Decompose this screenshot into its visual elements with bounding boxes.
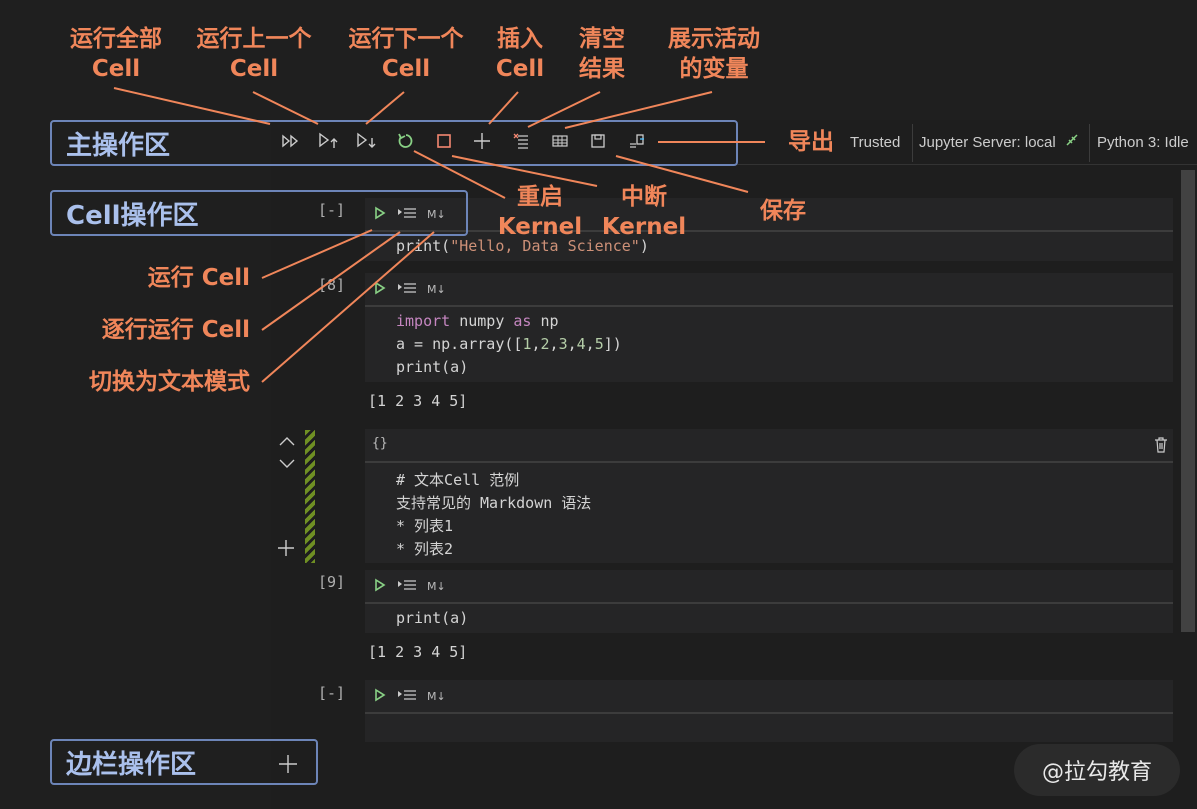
cell-output: [1 2 3 4 5]	[368, 392, 468, 410]
connected-icon	[1064, 132, 1080, 152]
annotation-variables: 展示活动 的变量	[668, 26, 760, 82]
status-separator	[1089, 124, 1090, 162]
toggle-markdown-button[interactable]: M↓	[427, 283, 446, 296]
cell-actions: M↓	[373, 682, 446, 710]
execution-count: [9]	[318, 573, 346, 591]
annotation-clear: 清空 结果	[579, 26, 625, 82]
code-line: print(a)	[396, 609, 469, 627]
annotation-run-above: 运行上一个 Cell	[196, 26, 312, 82]
annotation-run-by-line: 逐行运行 Cell	[101, 317, 250, 343]
main-area-box: 主操作区	[50, 120, 738, 166]
markdown-line: 支持常见的 Markdown 语法	[396, 494, 592, 512]
code-line: a = np.array([1,2,3,4,5])	[396, 335, 622, 353]
markdown-line: * 列表2	[396, 540, 454, 558]
jupyter-server-status[interactable]: Jupyter Server: local	[919, 127, 1080, 157]
cell-toolbar	[365, 680, 1173, 712]
cell-actions: M↓	[373, 572, 446, 600]
vertical-scrollbar[interactable]	[1181, 170, 1195, 632]
run-cell-icon[interactable]	[373, 577, 387, 596]
annotation-run-cell: 运行 Cell	[147, 265, 250, 291]
delete-cell-icon[interactable]	[1154, 437, 1168, 457]
annotation-run-all: 运行全部 Cell	[70, 26, 162, 82]
jupyter-server-label: Jupyter Server: local	[919, 133, 1056, 151]
annotation-run-below: 运行下一个 Cell	[348, 26, 464, 82]
annotation-export: 导出	[788, 129, 834, 155]
execution-count: [-]	[318, 684, 346, 702]
run-by-line-icon[interactable]	[397, 280, 417, 299]
annotation-save: 保存	[760, 198, 806, 224]
code-cell[interactable]	[365, 604, 1173, 633]
annotation-restart: 重启 Kernel	[497, 184, 583, 240]
toggle-markdown-button[interactable]: M↓	[427, 580, 446, 593]
watermark: @拉勾教育	[1014, 744, 1180, 796]
cell-toolbar	[365, 570, 1173, 602]
code-cell[interactable]	[365, 714, 1173, 742]
run-cell-icon[interactable]	[373, 687, 387, 706]
annotation-interrupt: 中断 Kernel	[601, 184, 687, 240]
cell-toolbar	[365, 273, 1173, 305]
status-separator	[912, 124, 913, 162]
cell-actions: M↓	[373, 275, 446, 303]
markdown-cell-label: {}	[372, 436, 388, 451]
collapse-down-icon[interactable]	[278, 455, 296, 474]
cell-area-label: Cell操作区	[66, 200, 199, 231]
kernel-status[interactable]: Python 3: Idle	[1097, 127, 1189, 157]
annotation-insert: 插入 Cell	[495, 26, 545, 82]
markdown-line: # 文本Cell 范例	[396, 471, 520, 489]
cell-area-box: Cell操作区	[50, 190, 468, 236]
sidebar-area-box: 边栏操作区	[50, 739, 318, 785]
markdown-line: * 列表1	[396, 517, 454, 535]
toggle-markdown-button[interactable]: M↓	[427, 690, 446, 703]
cell-toolbar	[365, 429, 1173, 461]
code-line: import numpy as np	[396, 312, 559, 330]
add-cell-icon[interactable]	[277, 539, 295, 561]
run-by-line-icon[interactable]	[397, 577, 417, 596]
annotation-toggle-markdown: 切换为文本模式	[89, 369, 250, 395]
run-by-line-icon[interactable]	[397, 687, 417, 706]
sidebar-area-label: 边栏操作区	[66, 749, 197, 780]
execution-count: [8]	[318, 276, 346, 294]
code-line: print(a)	[396, 358, 469, 376]
collapse-up-icon[interactable]	[278, 432, 296, 451]
selected-cell-indicator	[305, 430, 315, 563]
main-area-label: 主操作区	[66, 130, 171, 161]
trusted-label[interactable]: Trusted	[850, 127, 900, 157]
cell-output: [1 2 3 4 5]	[368, 643, 468, 661]
run-cell-icon[interactable]	[373, 280, 387, 299]
